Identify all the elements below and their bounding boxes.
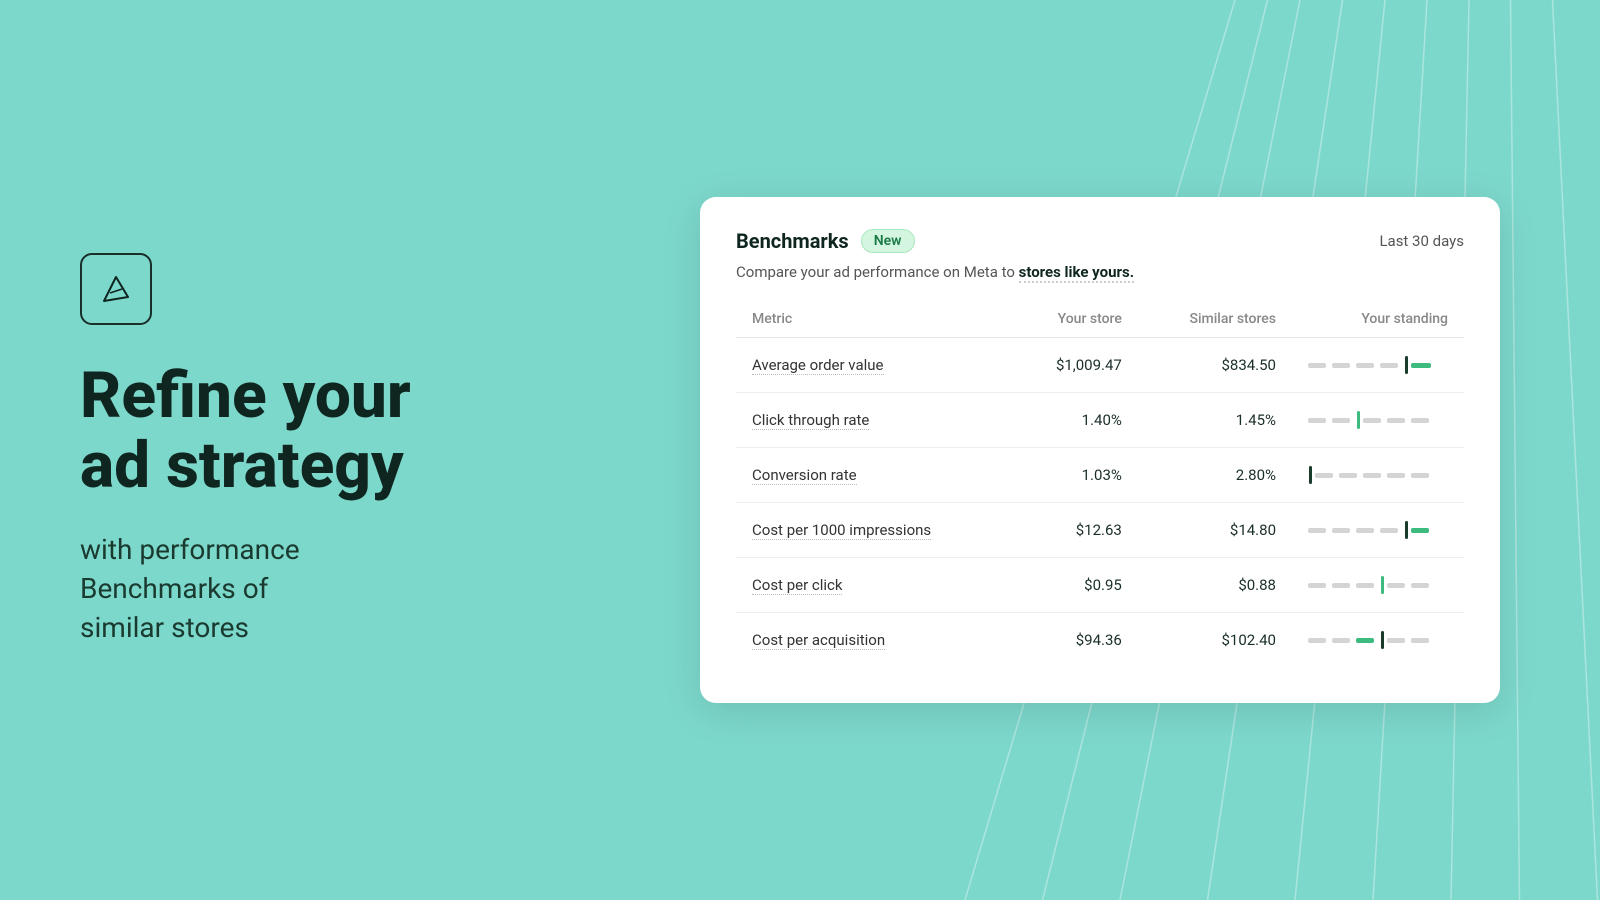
logo [80, 253, 152, 325]
standing-bar [1292, 503, 1464, 558]
table-row: Cost per acquisition $94.36 $102.40 [736, 613, 1464, 668]
new-badge: New [861, 229, 915, 253]
your-store-value: $12.63 [1011, 503, 1138, 558]
similar-stores-value: $14.80 [1138, 503, 1292, 558]
standing-bar [1292, 613, 1464, 668]
metric-name: Click through rate [736, 393, 1011, 448]
your-store-value: $94.36 [1011, 613, 1138, 668]
card-title: Benchmarks [736, 229, 849, 253]
metric-name: Cost per 1000 impressions [736, 503, 1011, 558]
subheadline: with performanceBenchmarks ofsimilar sto… [80, 530, 480, 648]
table-row: Average order value $1,009.47 $834.50 [736, 338, 1464, 393]
your-store-value: 1.40% [1011, 393, 1138, 448]
metric-name: Cost per acquisition [736, 613, 1011, 668]
table-row: Cost per 1000 impressions $12.63 $14.80 [736, 503, 1464, 558]
standing-bar [1292, 393, 1464, 448]
right-panel: Benchmarks New Last 30 days Compare your… [700, 197, 1500, 703]
period-label: Last 30 days [1379, 232, 1464, 250]
card-subtitle: Compare your ad performance on Meta to s… [736, 263, 1464, 281]
similar-stores-value: $102.40 [1138, 613, 1292, 668]
benchmarks-card: Benchmarks New Last 30 days Compare your… [700, 197, 1500, 703]
similar-stores-value: 2.80% [1138, 448, 1292, 503]
your-store-value: 1.03% [1011, 448, 1138, 503]
standing-bar [1292, 448, 1464, 503]
col-your-store: Your store [1011, 301, 1138, 338]
metric-name: Conversion rate [736, 448, 1011, 503]
table-row: Cost per click $0.95 $0.88 [736, 558, 1464, 613]
card-header: Benchmarks New Last 30 days [736, 229, 1464, 253]
col-metric: Metric [736, 301, 1011, 338]
benchmarks-table: Metric Your store Similar stores Your st… [736, 301, 1464, 667]
metric-name: Average order value [736, 338, 1011, 393]
card-title-row: Benchmarks New [736, 229, 915, 253]
similar-stores-value: 1.45% [1138, 393, 1292, 448]
col-similar-stores: Similar stores [1138, 301, 1292, 338]
standing-bar [1292, 338, 1464, 393]
table-row: Conversion rate 1.03% 2.80% [736, 448, 1464, 503]
your-store-value: $1,009.47 [1011, 338, 1138, 393]
your-store-value: $0.95 [1011, 558, 1138, 613]
similar-stores-value: $0.88 [1138, 558, 1292, 613]
similar-stores-value: $834.50 [1138, 338, 1292, 393]
table-row: Click through rate 1.40% 1.45% [736, 393, 1464, 448]
col-your-standing: Your standing [1292, 301, 1464, 338]
standing-bar [1292, 558, 1464, 613]
left-panel: Refine your ad strategy with performance… [0, 0, 540, 900]
metric-name: Cost per click [736, 558, 1011, 613]
headline: Refine your ad strategy [80, 361, 480, 502]
